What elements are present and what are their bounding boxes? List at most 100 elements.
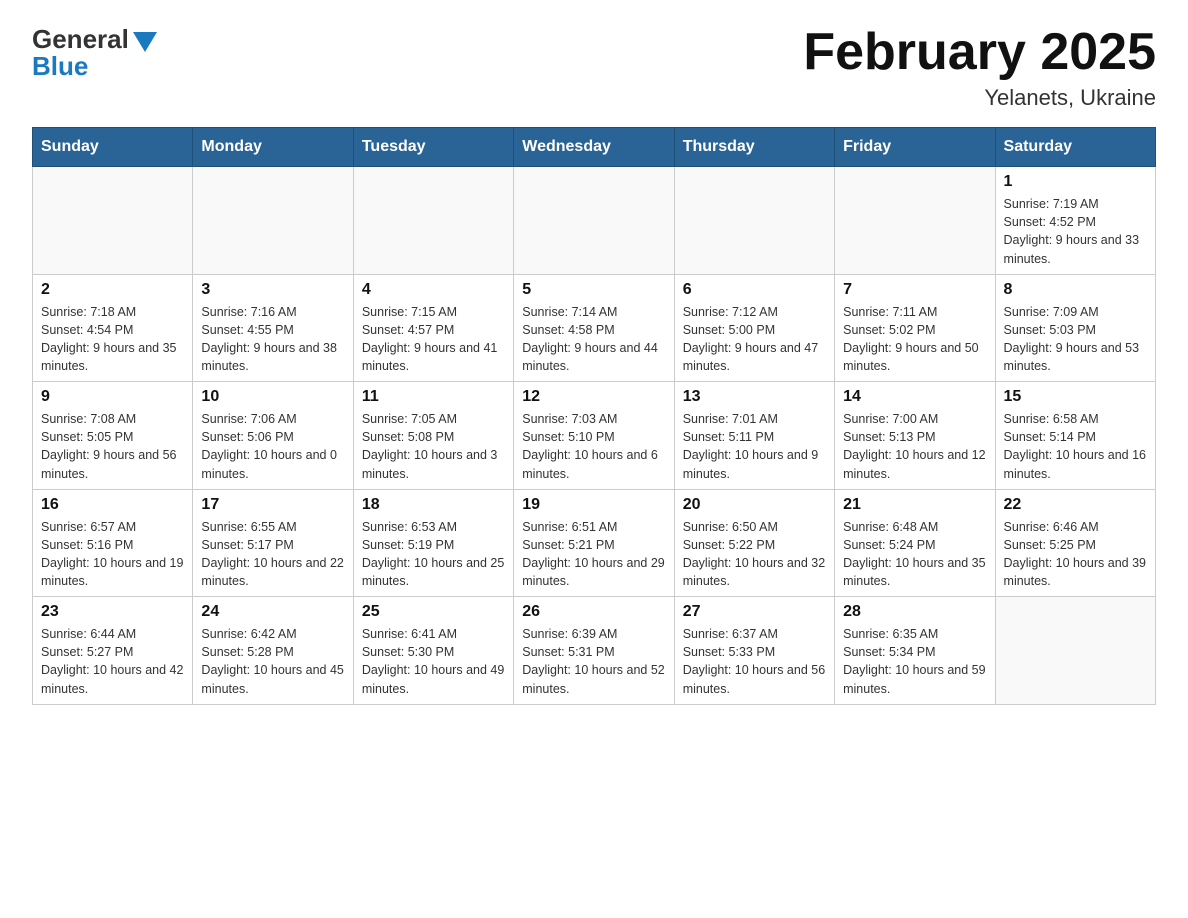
logo-blue-text: Blue bbox=[32, 51, 88, 82]
calendar-cell: 5 Sunrise: 7:14 AM Sunset: 4:58 PM Daylig… bbox=[514, 274, 674, 382]
day-info: Sunrise: 6:51 AM Sunset: 5:21 PM Dayligh… bbox=[522, 520, 664, 588]
day-info: Sunrise: 6:41 AM Sunset: 5:30 PM Dayligh… bbox=[362, 627, 504, 695]
day-number: 16 bbox=[41, 496, 184, 514]
day-info: Sunrise: 6:53 AM Sunset: 5:19 PM Dayligh… bbox=[362, 520, 504, 588]
day-number: 4 bbox=[362, 281, 505, 299]
calendar-cell: 18 Sunrise: 6:53 AM Sunset: 5:19 PM Dayli… bbox=[353, 489, 513, 597]
page-header: General Blue February 2025 Yelanets, Ukr… bbox=[32, 24, 1156, 111]
day-info: Sunrise: 6:46 AM Sunset: 5:25 PM Dayligh… bbox=[1004, 520, 1146, 588]
day-info: Sunrise: 6:58 AM Sunset: 5:14 PM Dayligh… bbox=[1004, 412, 1146, 480]
calendar-cell: 14 Sunrise: 7:00 AM Sunset: 5:13 PM Dayli… bbox=[835, 382, 995, 490]
day-number: 21 bbox=[843, 496, 986, 514]
day-info: Sunrise: 7:08 AM Sunset: 5:05 PM Dayligh… bbox=[41, 412, 177, 480]
week-row-2: 2 Sunrise: 7:18 AM Sunset: 4:54 PM Daylig… bbox=[33, 274, 1156, 382]
day-number: 17 bbox=[201, 496, 344, 514]
day-info: Sunrise: 7:18 AM Sunset: 4:54 PM Dayligh… bbox=[41, 305, 177, 373]
day-info: Sunrise: 6:37 AM Sunset: 5:33 PM Dayligh… bbox=[683, 627, 825, 695]
day-number: 20 bbox=[683, 496, 826, 514]
calendar-cell: 9Sunrise: 7:08 AM Sunset: 5:05 PM Daylig… bbox=[33, 382, 193, 490]
day-number: 1 bbox=[1004, 173, 1147, 191]
calendar-cell bbox=[33, 167, 193, 275]
calendar-cell: 8 Sunrise: 7:09 AM Sunset: 5:03 PM Daylig… bbox=[995, 274, 1155, 382]
calendar-cell: 7 Sunrise: 7:11 AM Sunset: 5:02 PM Daylig… bbox=[835, 274, 995, 382]
calendar-cell: 27 Sunrise: 6:37 AM Sunset: 5:33 PM Dayli… bbox=[674, 597, 834, 705]
calendar-cell: 3 Sunrise: 7:16 AM Sunset: 4:55 PM Daylig… bbox=[193, 274, 353, 382]
day-info: Sunrise: 7:01 AM Sunset: 5:11 PM Dayligh… bbox=[683, 412, 819, 480]
calendar-cell: 22 Sunrise: 6:46 AM Sunset: 5:25 PM Dayli… bbox=[995, 489, 1155, 597]
calendar-cell bbox=[193, 167, 353, 275]
day-info: Sunrise: 6:39 AM Sunset: 5:31 PM Dayligh… bbox=[522, 627, 664, 695]
calendar-cell: 25 Sunrise: 6:41 AM Sunset: 5:30 PM Dayli… bbox=[353, 597, 513, 705]
day-info: Sunrise: 7:14 AM Sunset: 4:58 PM Dayligh… bbox=[522, 305, 658, 373]
calendar-cell: 26 Sunrise: 6:39 AM Sunset: 5:31 PM Dayli… bbox=[514, 597, 674, 705]
header-thursday: Thursday bbox=[674, 128, 834, 167]
calendar-title: February 2025 bbox=[803, 24, 1156, 81]
calendar-cell: 1 Sunrise: 7:19 AM Sunset: 4:52 PM Daylig… bbox=[995, 167, 1155, 275]
calendar-cell bbox=[995, 597, 1155, 705]
day-info: Sunrise: 7:00 AM Sunset: 5:13 PM Dayligh… bbox=[843, 412, 985, 480]
calendar-cell: 23 Sunrise: 6:44 AM Sunset: 5:27 PM Dayli… bbox=[33, 597, 193, 705]
week-row-5: 23 Sunrise: 6:44 AM Sunset: 5:27 PM Dayli… bbox=[33, 597, 1156, 705]
day-number: 25 bbox=[362, 603, 505, 621]
header-friday: Friday bbox=[835, 128, 995, 167]
week-row-4: 16 Sunrise: 6:57 AM Sunset: 5:16 PM Dayli… bbox=[33, 489, 1156, 597]
calendar-cell bbox=[674, 167, 834, 275]
calendar-cell: 20 Sunrise: 6:50 AM Sunset: 5:22 PM Dayli… bbox=[674, 489, 834, 597]
week-row-3: 9Sunrise: 7:08 AM Sunset: 5:05 PM Daylig… bbox=[33, 382, 1156, 490]
day-number: 15 bbox=[1004, 388, 1147, 406]
day-info: Sunrise: 6:48 AM Sunset: 5:24 PM Dayligh… bbox=[843, 520, 985, 588]
day-info: Sunrise: 6:55 AM Sunset: 5:17 PM Dayligh… bbox=[201, 520, 343, 588]
calendar-cell: 17 Sunrise: 6:55 AM Sunset: 5:17 PM Dayli… bbox=[193, 489, 353, 597]
day-number: 28 bbox=[843, 603, 986, 621]
day-number: 5 bbox=[522, 281, 665, 299]
day-info: Sunrise: 6:57 AM Sunset: 5:16 PM Dayligh… bbox=[41, 520, 183, 588]
day-number: 22 bbox=[1004, 496, 1147, 514]
header-saturday: Saturday bbox=[995, 128, 1155, 167]
day-number: 23 bbox=[41, 603, 184, 621]
calendar-cell: 24 Sunrise: 6:42 AM Sunset: 5:28 PM Dayli… bbox=[193, 597, 353, 705]
calendar-cell: 6 Sunrise: 7:12 AM Sunset: 5:00 PM Daylig… bbox=[674, 274, 834, 382]
day-number: 26 bbox=[522, 603, 665, 621]
header-wednesday: Wednesday bbox=[514, 128, 674, 167]
calendar-cell: 21 Sunrise: 6:48 AM Sunset: 5:24 PM Dayli… bbox=[835, 489, 995, 597]
calendar-cell: 16 Sunrise: 6:57 AM Sunset: 5:16 PM Dayli… bbox=[33, 489, 193, 597]
calendar-subtitle: Yelanets, Ukraine bbox=[803, 85, 1156, 111]
day-number: 10 bbox=[201, 388, 344, 406]
title-area: February 2025 Yelanets, Ukraine bbox=[803, 24, 1156, 111]
day-number: 18 bbox=[362, 496, 505, 514]
day-info: Sunrise: 6:44 AM Sunset: 5:27 PM Dayligh… bbox=[41, 627, 183, 695]
day-info: Sunrise: 7:03 AM Sunset: 5:10 PM Dayligh… bbox=[522, 412, 658, 480]
day-number: 6 bbox=[683, 281, 826, 299]
day-number: 19 bbox=[522, 496, 665, 514]
header-monday: Monday bbox=[193, 128, 353, 167]
day-info: Sunrise: 6:42 AM Sunset: 5:28 PM Dayligh… bbox=[201, 627, 343, 695]
day-info: Sunrise: 6:50 AM Sunset: 5:22 PM Dayligh… bbox=[683, 520, 825, 588]
day-info: Sunrise: 7:19 AM Sunset: 4:52 PM Dayligh… bbox=[1004, 197, 1140, 265]
day-info: Sunrise: 7:12 AM Sunset: 5:00 PM Dayligh… bbox=[683, 305, 819, 373]
calendar-cell: 28Sunrise: 6:35 AM Sunset: 5:34 PM Dayli… bbox=[835, 597, 995, 705]
logo-triangle-icon bbox=[133, 32, 157, 52]
day-number: 3 bbox=[201, 281, 344, 299]
calendar-cell: 10Sunrise: 7:06 AM Sunset: 5:06 PM Dayli… bbox=[193, 382, 353, 490]
day-number: 24 bbox=[201, 603, 344, 621]
day-number: 8 bbox=[1004, 281, 1147, 299]
day-number: 27 bbox=[683, 603, 826, 621]
calendar-cell: 4Sunrise: 7:15 AM Sunset: 4:57 PM Daylig… bbox=[353, 274, 513, 382]
day-number: 7 bbox=[843, 281, 986, 299]
day-info: Sunrise: 7:05 AM Sunset: 5:08 PM Dayligh… bbox=[362, 412, 498, 480]
logo: General Blue bbox=[32, 24, 157, 82]
calendar-cell: 15 Sunrise: 6:58 AM Sunset: 5:14 PM Dayli… bbox=[995, 382, 1155, 490]
calendar-cell: 11 Sunrise: 7:05 AM Sunset: 5:08 PM Dayli… bbox=[353, 382, 513, 490]
day-number: 2 bbox=[41, 281, 184, 299]
calendar-table: Sunday Monday Tuesday Wednesday Thursday… bbox=[32, 127, 1156, 705]
day-info: Sunrise: 7:09 AM Sunset: 5:03 PM Dayligh… bbox=[1004, 305, 1140, 373]
day-info: Sunrise: 7:11 AM Sunset: 5:02 PM Dayligh… bbox=[843, 305, 979, 373]
day-info: Sunrise: 7:16 AM Sunset: 4:55 PM Dayligh… bbox=[201, 305, 337, 373]
calendar-cell bbox=[835, 167, 995, 275]
calendar-cell: 19 Sunrise: 6:51 AM Sunset: 5:21 PM Dayli… bbox=[514, 489, 674, 597]
day-number: 11 bbox=[362, 388, 505, 406]
calendar-cell bbox=[353, 167, 513, 275]
header-tuesday: Tuesday bbox=[353, 128, 513, 167]
day-number: 13 bbox=[683, 388, 826, 406]
day-number: 14 bbox=[843, 388, 986, 406]
